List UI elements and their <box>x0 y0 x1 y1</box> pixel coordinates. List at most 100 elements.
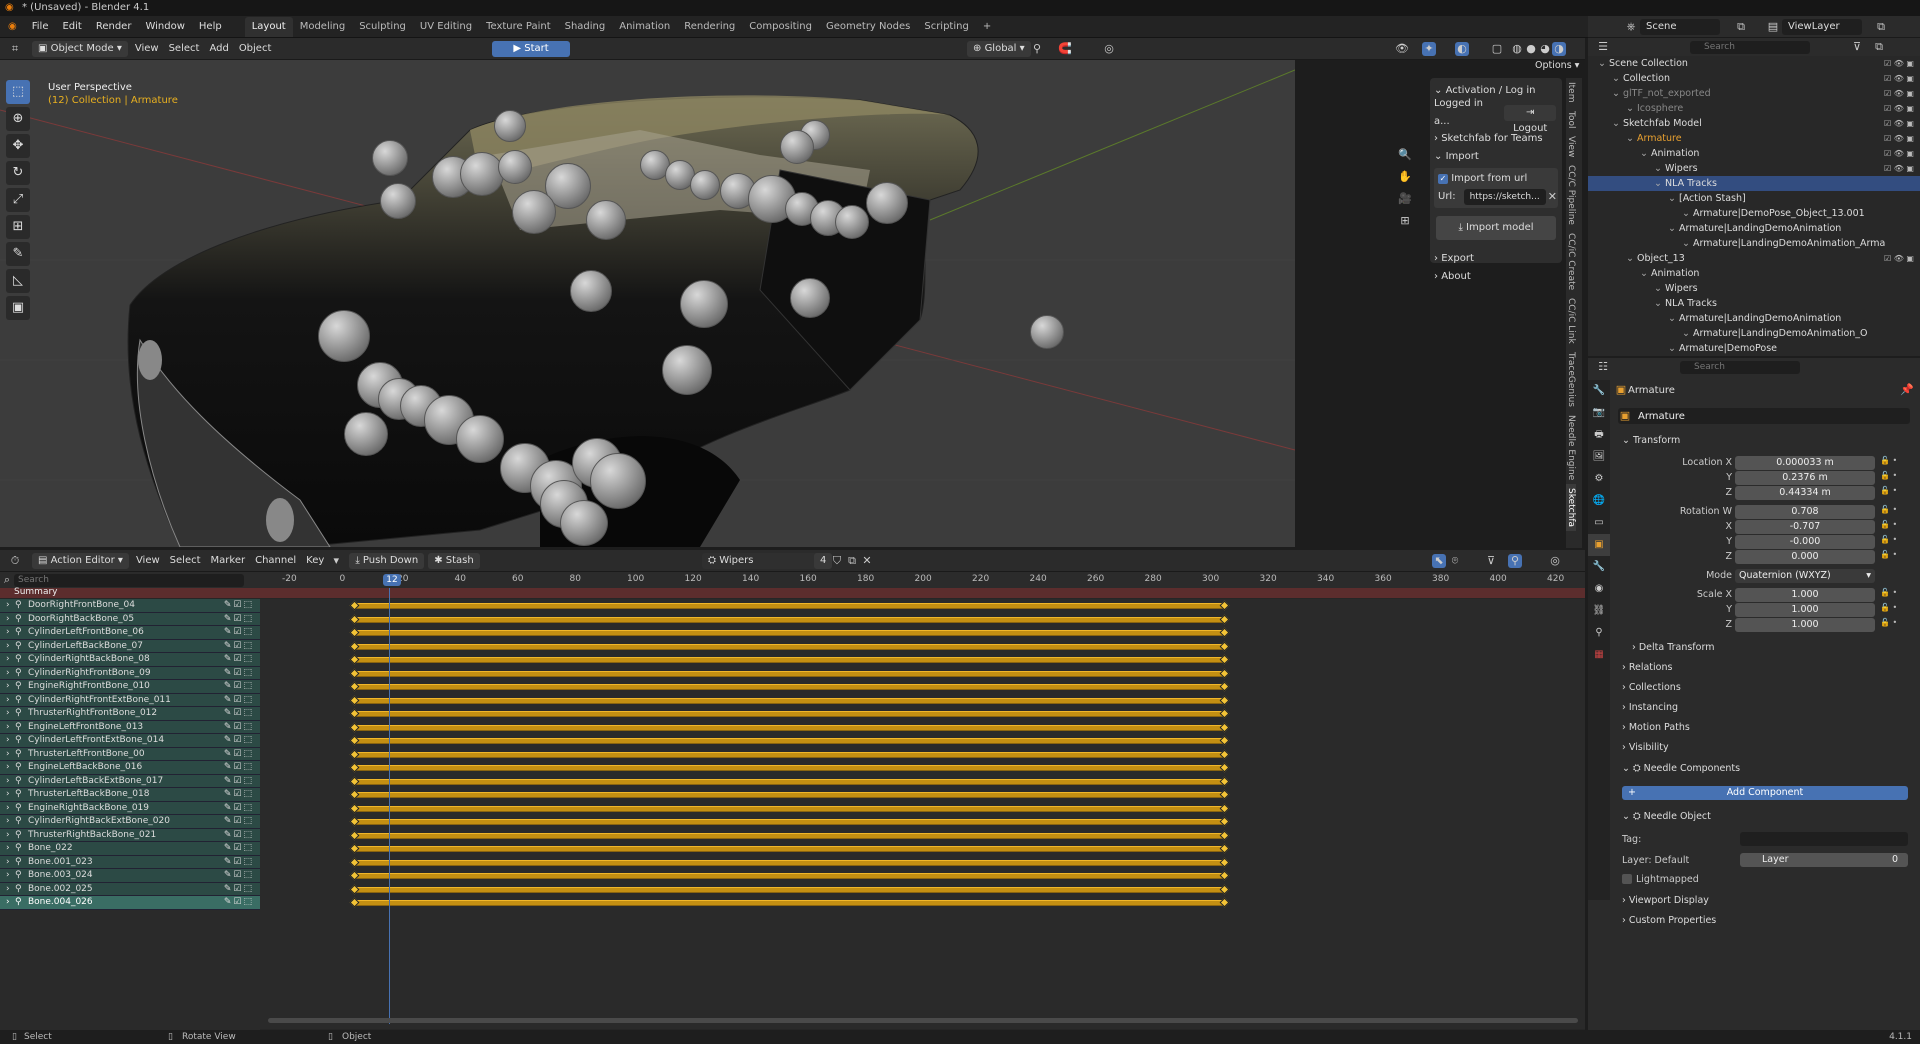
location-z-field[interactable]: 0.44334 m <box>1735 486 1875 500</box>
outliner-expand-icon[interactable]: ⌄ <box>1682 328 1693 339</box>
channel-row[interactable]: › ⚲ CylinderLeftFrontExtBone_014 ✎☑⬚ <box>0 734 260 748</box>
keyframe-strip[interactable] <box>354 616 1224 623</box>
render-props-icon[interactable]: 📷 <box>1588 402 1610 424</box>
menu-window[interactable]: Window <box>138 16 191 38</box>
physics-props-icon[interactable]: ◉ <box>1588 578 1610 600</box>
outliner-expand-icon[interactable]: ⌄ <box>1654 283 1665 294</box>
channel-toggle-icons[interactable]: ✎☑⬚ <box>224 856 254 870</box>
relations-header[interactable]: › Relations <box>1622 659 1672 677</box>
channel-toggle-icons[interactable]: ✎☑⬚ <box>224 761 254 775</box>
keyframe-strip[interactable] <box>354 792 1224 798</box>
keyframe-strip[interactable] <box>354 765 1224 771</box>
channel-expand-icon[interactable]: › <box>6 653 10 667</box>
channel-toggle-icons[interactable]: ✎☑⬚ <box>224 842 254 856</box>
sidebar-tab-cc-pipeline[interactable]: CC/C Pipeline <box>1566 161 1576 229</box>
outliner-expand-icon[interactable]: ⌄ <box>1654 163 1665 174</box>
channel-expand-icon[interactable]: › <box>6 680 10 694</box>
scale-y-field[interactable]: 1.000 <box>1735 603 1875 617</box>
delta-transform-header[interactable]: › Delta Transform <box>1632 639 1714 657</box>
outliner-item[interactable]: ⌄ Animation <box>1588 266 1920 281</box>
transform-tool-icon[interactable]: ⊞ <box>6 215 30 239</box>
outliner-visibility-icons[interactable]: ☑ 👁 ▣ <box>1884 131 1914 146</box>
url-input[interactable]: https://sketch... <box>1463 189 1546 205</box>
channel-expand-icon[interactable]: › <box>6 815 10 829</box>
scale-x-field[interactable]: 1.000 <box>1735 588 1875 602</box>
workspace-tab-modeling[interactable]: Modeling <box>293 17 353 37</box>
channel-toggle-icons[interactable]: ✎☑⬚ <box>224 707 254 721</box>
sidebar-tab-tool[interactable]: Tool <box>1566 107 1576 132</box>
location-y-field[interactable]: 0.2376 m <box>1735 471 1875 485</box>
channel-expand-icon[interactable]: › <box>6 788 10 802</box>
keyframe-strip[interactable] <box>354 630 1224 636</box>
overlay-toggle-icon[interactable]: ◐ <box>1455 41 1469 56</box>
outliner-expand-icon[interactable]: ⌄ <box>1598 58 1609 69</box>
menu-help[interactable]: Help <box>192 16 229 38</box>
proportional-edit-icon[interactable]: ◎ <box>1102 42 1116 56</box>
channel-expand-icon[interactable]: › <box>6 707 10 721</box>
lock-keyframe-icons[interactable]: 🔓 • <box>1880 603 1897 612</box>
channel-expand-icon[interactable]: › <box>6 640 10 654</box>
lock-keyframe-icons[interactable]: 🔓 • <box>1880 486 1897 495</box>
channel-expand-icon[interactable]: › <box>6 626 10 640</box>
channel-search-input[interactable] <box>14 573 244 587</box>
workspace-tab-texture-paint[interactable]: Texture Paint <box>479 17 558 37</box>
rotation-w-field[interactable]: 0.708 <box>1735 505 1875 519</box>
shading-rendered-icon[interactable]: ◑ <box>1552 41 1566 56</box>
keyframe-strip[interactable] <box>354 805 1224 812</box>
keyframe-strip[interactable] <box>354 684 1224 690</box>
outliner-expand-icon[interactable]: ⌄ <box>1668 223 1679 234</box>
mode-dropdown[interactable]: ▣ Object Mode ▾ <box>32 40 128 57</box>
outliner-item[interactable]: ⌄ NLA Tracks <box>1588 176 1920 191</box>
rotation-x-field[interactable]: -0.707 <box>1735 520 1875 534</box>
playhead-line[interactable] <box>389 588 390 1024</box>
channel-row[interactable]: › ⚲ EngineLeftBackBone_016 ✎☑⬚ <box>0 761 260 775</box>
object-props-icon[interactable]: ▣ <box>1588 534 1610 556</box>
collection-props-icon[interactable]: ▭ <box>1588 512 1610 534</box>
dope-horizontal-scrollbar[interactable] <box>268 1018 1578 1023</box>
channel-row[interactable]: › ⚲ ThrusterLeftFrontBone_00 ✎☑⬚ <box>0 747 260 761</box>
blender-menu-icon[interactable]: ◉ <box>0 21 25 32</box>
outliner-search-input[interactable] <box>1690 40 1810 54</box>
channel-row[interactable]: › ⚲ CylinderLeftBackExtBone_017 ✎☑⬚ <box>0 774 260 788</box>
outliner-item[interactable]: ⌄ Wipers ☑ 👁 ▣ <box>1588 161 1920 176</box>
outliner-visibility-icons[interactable]: ☑ 👁 ▣ <box>1884 161 1914 176</box>
menu-file[interactable]: File <box>25 16 56 38</box>
dope-mode-dropdown[interactable]: ▤ Action Editor ▾ <box>32 552 129 569</box>
channel-toggle-icons[interactable]: ✎☑⬚ <box>224 694 254 708</box>
import-section-header[interactable]: ⌄ Import <box>1434 148 1558 166</box>
channel-row[interactable]: › ⚲ EngineRightBackBone_019 ✎☑⬚ <box>0 801 260 815</box>
outliner-expand-icon[interactable]: ⌄ <box>1640 268 1651 279</box>
outliner-item[interactable]: ⌄ Sketchfab Model ☑ 👁 ▣ <box>1588 116 1920 131</box>
duplicate-action-icon[interactable]: ⧉ <box>845 554 859 568</box>
viewlayer-selector[interactable]: ViewLayer <box>1782 18 1862 35</box>
layer-field[interactable]: Layer 0 <box>1740 853 1908 867</box>
filter-icon[interactable]: ⊽ <box>1484 554 1498 568</box>
logout-button[interactable]: ⇥ Logout <box>1504 105 1556 134</box>
workspace-tab-uv-editing[interactable]: UV Editing <box>413 17 479 37</box>
location-x-field[interactable]: 0.000033 m <box>1735 456 1875 470</box>
gizmo-toggle-icon[interactable]: ✦ <box>1422 41 1436 56</box>
channel-toggle-icons[interactable]: ✎☑⬚ <box>224 883 254 897</box>
viewport-menu-view[interactable]: View <box>130 43 164 54</box>
channel-expand-icon[interactable]: › <box>6 599 10 613</box>
outliner-item[interactable]: ⌄ Armature|LandingDemoAnimation <box>1588 311 1920 326</box>
channel-expand-icon[interactable]: › <box>6 829 10 843</box>
keyframe-strip[interactable] <box>354 738 1224 744</box>
channel-toggle-icons[interactable]: ✎☑⬚ <box>224 599 254 613</box>
only-selected-icon[interactable]: ⬉ <box>1432 553 1446 568</box>
outliner-visibility-icons[interactable]: ☑ 👁 ▣ <box>1884 116 1914 131</box>
start-button[interactable]: ▶ Start <box>492 40 570 57</box>
outliner-item[interactable]: ⌄ Armature|DemoPose <box>1588 341 1920 356</box>
outliner-expand-icon[interactable]: ⌄ <box>1640 148 1651 159</box>
viewport-menu-select[interactable]: Select <box>164 43 205 54</box>
sidebar-tab-cc-create[interactable]: CC/iC Create <box>1566 229 1576 294</box>
lock-keyframe-icons[interactable]: 🔓 • <box>1880 618 1897 627</box>
sidebar-tab-needle-engine[interactable]: Needle Engine <box>1566 411 1576 484</box>
push-down-button[interactable]: ⤓ Push Down <box>349 552 425 569</box>
texture-props-icon[interactable]: ▦ <box>1588 644 1610 666</box>
channel-row[interactable]: › ⚲ DoorRightFrontBone_04 ✎☑⬚ <box>0 599 260 613</box>
keyframe-type-icon[interactable]: ▾ <box>329 554 343 568</box>
channel-toggle-icons[interactable]: ✎☑⬚ <box>224 815 254 829</box>
sidebar-tab-cc-link[interactable]: CC/iC Link <box>1566 294 1576 348</box>
visibility-header[interactable]: › Visibility <box>1622 739 1669 757</box>
